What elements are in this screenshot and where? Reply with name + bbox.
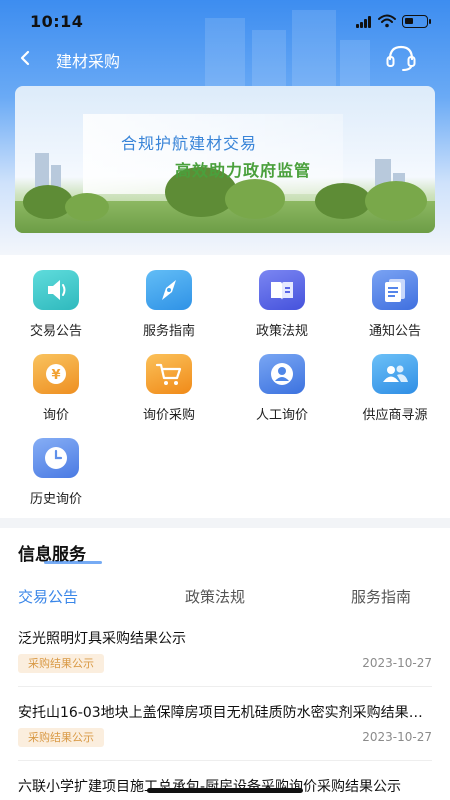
- tab-trade-notice[interactable]: 交易公告: [18, 586, 78, 607]
- grid-item-inquiry-purchase[interactable]: 询价采购: [113, 354, 225, 423]
- grid-item-label: 人工询价: [255, 408, 308, 423]
- nav-bar: 建材采购: [0, 40, 450, 76]
- grid-item-history-inquiry[interactable]: 历史询价: [0, 438, 112, 507]
- page-title: 建材采购: [56, 52, 121, 71]
- feature-grid: 交易公告 服务指南 政策法规 通知公告 ¥ 询价 询价采购 人工询价 供应商寻源…: [0, 258, 450, 516]
- cart-icon: [146, 354, 192, 394]
- banner-tree: [365, 181, 427, 221]
- list-item-date: 2023-10-27: [362, 730, 432, 744]
- compass-icon: [146, 270, 192, 310]
- list-separator: [18, 686, 432, 687]
- grid-item-label: 交易公告: [29, 324, 82, 339]
- grid-item-label: 通知公告: [368, 324, 421, 339]
- section-title-underline: [44, 561, 102, 564]
- banner-image[interactable]: 合规护航建材交易 高效助力政府监管: [15, 86, 435, 233]
- list-separator: [18, 760, 432, 761]
- money-icon: ¥: [33, 354, 79, 394]
- banner-tree: [315, 183, 371, 219]
- grid-item-trade-notice[interactable]: 交易公告: [0, 270, 112, 339]
- person-icon: [259, 354, 305, 394]
- users-icon: [372, 354, 418, 394]
- battery-icon: [402, 15, 431, 28]
- grid-item-inquiry[interactable]: ¥ 询价: [0, 354, 112, 423]
- list-item-title: 安托山16-03地块上盖保障房项目无机硅质防水密实剂采购结果公示: [18, 705, 432, 721]
- grid-item-label: 服务指南: [142, 324, 195, 339]
- back-icon[interactable]: [14, 44, 42, 72]
- grid-item-label: 政策法规: [255, 324, 308, 339]
- tab-policy[interactable]: 政策法规: [185, 586, 245, 607]
- wifi-icon: [378, 14, 396, 28]
- grid-item-label: 询价: [42, 408, 69, 423]
- grid-item-label: 询价采购: [142, 408, 195, 423]
- section-divider: [0, 518, 450, 528]
- list-item-date: 2023-10-27: [362, 656, 432, 670]
- status-bar: 10:14: [0, 0, 450, 44]
- banner-subheadline: 高效助力政府监管: [175, 161, 312, 180]
- tab-service-guide[interactable]: 服务指南: [351, 586, 411, 607]
- banner-headline: 合规护航建材交易: [121, 134, 258, 153]
- home-indicator: [147, 788, 303, 793]
- banner-tree: [65, 193, 109, 221]
- svg-text:¥: ¥: [51, 368, 60, 383]
- list-item-title: 泛光照明灯具采购结果公示: [18, 631, 186, 647]
- status-badge: 采购结果公示: [18, 654, 104, 673]
- document-icon: [372, 270, 418, 310]
- clock-icon: [33, 438, 79, 478]
- status-badge: 采购结果公示: [18, 728, 104, 747]
- grid-item-label: 供应商寻源: [362, 408, 428, 423]
- signal-icon: [356, 16, 372, 28]
- grid-item-manual-inquiry[interactable]: 人工询价: [226, 354, 338, 423]
- customer-service-icon[interactable]: [384, 43, 418, 73]
- grid-item-notice[interactable]: 通知公告: [339, 270, 450, 339]
- grid-item-policy[interactable]: 政策法规: [226, 270, 338, 339]
- book-icon: [259, 270, 305, 310]
- status-time: 10:14: [30, 12, 84, 31]
- banner-tree: [225, 179, 285, 219]
- speaker-icon: [33, 270, 79, 310]
- grid-item-supplier-sourcing[interactable]: 供应商寻源: [339, 354, 450, 423]
- grid-item-label: 历史询价: [29, 492, 82, 507]
- info-service-section: 信息服务 交易公告 政策法规 服务指南 泛光照明灯具采购结果公示 采购结果公示 …: [0, 528, 450, 800]
- grid-item-service-guide[interactable]: 服务指南: [113, 270, 225, 339]
- list-item-title: 六联小学扩建项目施工总承包-厨房设备采购询价采购结果公示: [18, 779, 402, 795]
